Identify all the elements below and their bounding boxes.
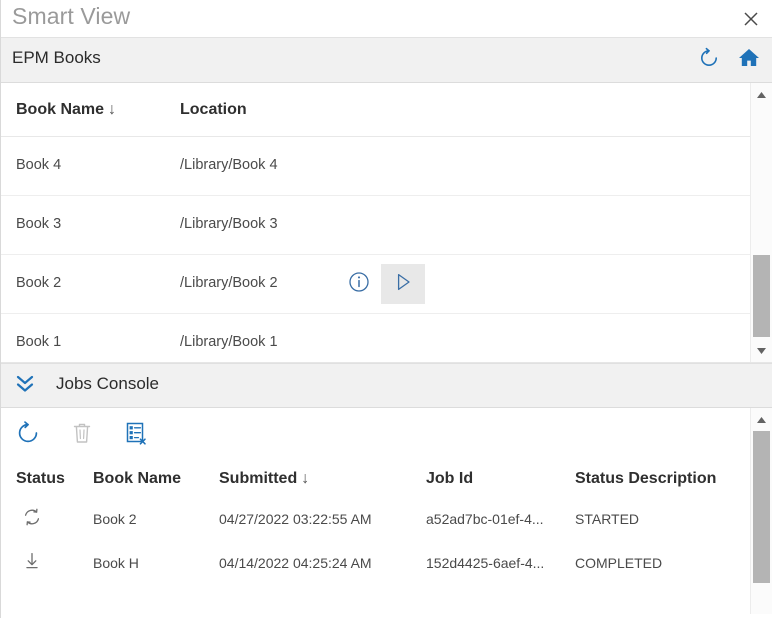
table-row[interactable]: Book H 04/14/2022 04:25:24 AM 152d4425-6… [1,544,750,588]
triangle-up-icon [756,411,767,429]
jobs-console-toolbar [1,408,750,460]
job-submitted-cell: 04/27/2022 03:22:55 AM [219,511,372,527]
scroll-down-button[interactable] [751,340,772,361]
books-scrollbar[interactable] [750,83,772,362]
triangle-up-icon [756,86,767,104]
jobs-table-header: Status Book Name Submitted ↓ Job Id Statu… [1,460,750,500]
close-icon [743,11,759,27]
home-icon [737,46,761,75]
refresh-button[interactable] [696,47,722,73]
job-submitted-cell: 04/14/2022 04:25:24 AM [219,555,372,571]
book-location-cell: /Library/Book 3 [180,216,278,232]
delete-job-button[interactable] [66,419,98,451]
column-header-location[interactable]: Location [180,101,247,119]
book-run-button[interactable] [381,264,425,304]
delete-job-icon [70,421,94,450]
title-bar: Smart View [1,0,772,38]
book-name-cell: Book 3 [16,216,62,232]
page-title: Smart View [12,3,131,29]
jobs-console-collapse-button[interactable] [11,373,39,399]
smart-view-window: Smart View EPM Books Book Name ↓ Locatio… [0,0,772,618]
job-id-cell: a52ad7bc-01ef-4... [426,511,544,527]
play-icon [392,271,414,298]
job-book-name-cell: Book 2 [93,511,137,527]
column-header-submitted[interactable]: Submitted ↓ [219,470,309,488]
book-location-cell: /Library/Book 2 [180,275,278,291]
job-book-name-cell: Book H [93,555,139,571]
jobs-scrollbar-thumb[interactable] [753,431,770,583]
table-row[interactable]: Book 2 04/27/2022 03:22:55 AM a52ad7bc-0… [1,500,750,544]
book-name-cell: Book 2 [16,275,62,291]
jobs-console-header[interactable]: Jobs Console [1,363,772,408]
book-name-cell: Book 4 [16,157,62,173]
books-panel: Book Name ↓ Location Book 4 /Library/Book… [1,83,772,363]
ribbon-actions [696,38,762,82]
book-location-cell: /Library/Book 1 [180,334,278,350]
book-info-button[interactable] [337,264,381,304]
ribbon-title: EPM Books [12,48,101,67]
column-header-status[interactable]: Status [16,470,65,488]
job-status-cell [19,506,45,532]
refresh-icon [698,47,720,74]
books-table-header: Book Name ↓ Location [1,83,750,137]
book-location-cell: /Library/Book 4 [180,157,278,173]
table-row[interactable]: Book 2 /Library/Book 2 [1,255,750,314]
column-header-status-description[interactable]: Status Description [575,470,716,488]
job-status-cell[interactable] [19,550,45,576]
job-status-description-cell: STARTED [575,511,640,527]
column-header-submitted-label: Submitted [219,470,298,487]
job-status-description-cell: COMPLETED [575,555,663,571]
home-button[interactable] [736,47,762,73]
jobs-scrollbar[interactable] [750,408,772,614]
books-table: Book Name ↓ Location Book 4 /Library/Book… [1,83,750,362]
column-header-book-name[interactable]: Book Name ↓ [16,101,116,119]
refresh-jobs-icon [15,420,41,451]
column-header-job-id[interactable]: Job Id [426,470,473,488]
in-progress-icon [22,507,42,532]
refresh-jobs-button[interactable] [12,419,44,451]
table-row[interactable]: Book 4 /Library/Book 4 [1,137,750,196]
double-chevron-down-icon [14,372,36,401]
info-icon [348,271,370,298]
scroll-up-button[interactable] [751,84,772,105]
column-header-job-book-name[interactable]: Book Name [93,470,181,488]
jobs-scroll-up-button[interactable] [751,409,772,430]
sort-descending-icon: ↓ [108,101,117,118]
table-row[interactable]: Book 3 /Library/Book 3 [1,196,750,255]
jobs-console-body: Status Book Name Submitted ↓ Job Id Statu… [1,408,772,614]
download-icon [22,551,42,576]
triangle-down-icon [756,342,767,360]
book-name-cell: Book 1 [16,334,62,350]
clear-job-list-button[interactable] [120,419,152,451]
table-row[interactable]: Book 1 /Library/Book 1 [1,314,750,362]
sort-descending-icon: ↓ [301,470,310,487]
job-id-cell: 152d4425-6aef-4... [426,555,545,571]
jobs-console-title: Jobs Console [56,374,160,393]
books-scrollbar-thumb[interactable] [753,255,770,337]
clear-job-list-icon [123,420,149,451]
row-action-buttons [337,264,425,304]
epm-books-ribbon: EPM Books [1,38,772,83]
close-button[interactable] [738,6,764,32]
column-header-book-name-label: Book Name [16,101,105,118]
jobs-console-content: Status Book Name Submitted ↓ Job Id Statu… [1,408,750,614]
